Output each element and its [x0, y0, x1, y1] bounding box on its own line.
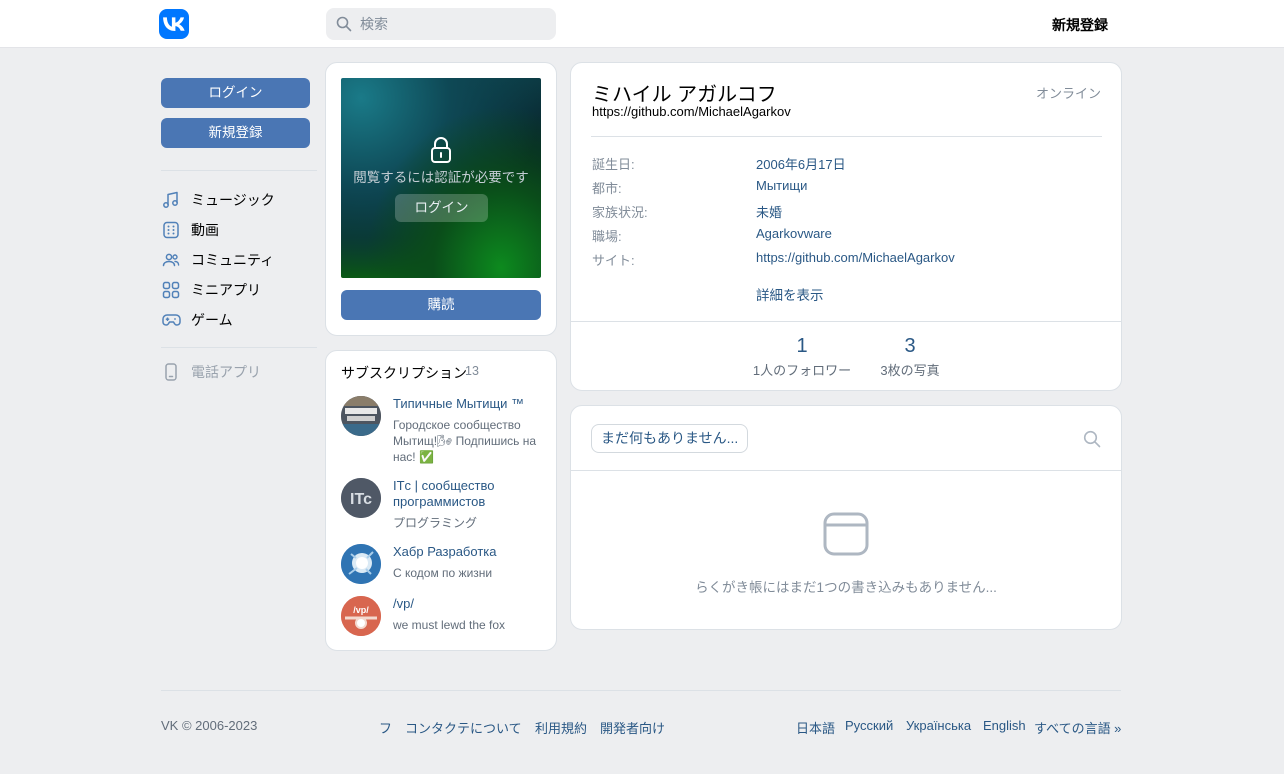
subscription-description: С кодом по жизни — [393, 566, 493, 580]
footer-language-japanese[interactable]: 日本語 — [796, 718, 835, 737]
subscription-item[interactable]: ITc ITс | сообщество программистов プログラミ… — [341, 478, 546, 534]
sidebar-item-games[interactable]: ゲーム — [161, 308, 233, 332]
sidebar-item-label: 電話アプリ — [191, 364, 261, 380]
profile-info-card: ミハイル アガルコフ https://github.com/MichaelAga… — [570, 62, 1122, 391]
profile-name: ミハイル アガルコフ — [592, 84, 777, 106]
search-icon[interactable] — [1083, 430, 1101, 448]
community-avatar: /vp/ — [341, 596, 381, 636]
counter-number: 3 — [904, 335, 916, 357]
footer-language-ukrainian[interactable]: Українська — [906, 718, 971, 733]
info-value-link[interactable]: 2006年6月17日 — [756, 154, 846, 173]
profile-status: https://github.com/MichaelAgarkov — [592, 104, 791, 119]
subscription-name[interactable]: /vp/ — [393, 596, 543, 612]
header-signup-link[interactable]: 新規登録 — [1052, 15, 1108, 35]
subscription-description: Городское сообщество Мытищ!🌬 Подпишись н… — [393, 418, 537, 464]
search-input[interactable] — [360, 16, 540, 32]
show-more-link[interactable]: 詳細を表示 — [756, 284, 824, 304]
community-avatar — [341, 396, 381, 436]
counter-label: 1人のフォロワー — [752, 363, 852, 378]
counter-number: 1 — [796, 335, 808, 357]
sidebar-divider — [161, 170, 317, 171]
followers-counter[interactable]: 1 1人のフォロワー — [752, 335, 852, 379]
sidebar-login-button[interactable]: ログイン — [161, 78, 310, 108]
subscription-name[interactable]: Хабр Разработка — [393, 544, 543, 560]
search-icon — [336, 16, 352, 32]
footer-copyright: VK © 2006-2023 — [161, 718, 258, 733]
community-avatar — [341, 544, 381, 584]
community-avatar: ITc — [341, 478, 381, 518]
footer-link-terms[interactable]: 利用規約 — [535, 718, 587, 737]
info-value-link[interactable]: https://github.com/MichaelAgarkov — [756, 250, 955, 265]
vk-logo-icon[interactable] — [159, 9, 189, 39]
subscription-item[interactable]: /vp/ /vp/ we must lewd the fox — [341, 596, 546, 638]
community-icon — [161, 250, 181, 270]
subscription-description: we must lewd the fox — [393, 618, 506, 632]
sidebar-item-label: 動画 — [191, 222, 219, 238]
subscription-item[interactable]: Типичные Мытищи ™ Городское сообщество М… — [341, 396, 546, 466]
divider — [571, 321, 1121, 322]
footer-language-russian[interactable]: Русский — [845, 718, 893, 733]
sidebar-signup-button[interactable]: 新規登録 — [161, 118, 310, 148]
online-status: オンライン — [1035, 86, 1101, 101]
subscription-name[interactable]: Типичные Мытищи ™ — [393, 396, 543, 412]
sidebar-item-community[interactable]: コミュニティ — [161, 248, 274, 272]
sidebar-item-mini-apps[interactable]: ミニアプリ — [161, 278, 261, 302]
sidebar-item-video[interactable]: 動画 — [161, 218, 219, 242]
sidebar-item-label: ミニアプリ — [191, 282, 261, 298]
footer-language-english[interactable]: English — [983, 718, 1026, 733]
phone-icon — [161, 362, 181, 382]
info-key: 誕生日: — [592, 157, 635, 172]
sidebar-item-music[interactable]: ミュージック — [161, 188, 275, 212]
lock-icon — [431, 137, 451, 163]
photos-counter[interactable]: 3 3枚の写真 — [870, 335, 950, 379]
gamepad-icon — [161, 310, 181, 330]
sidebar-item-label: ゲーム — [191, 312, 233, 328]
divider — [571, 470, 1121, 471]
subscription-item[interactable]: Хабр Разработка С кодом по жизни — [341, 544, 546, 586]
sidebar-item-phone-app[interactable]: 電話アプリ — [161, 360, 261, 384]
svg-text:/vp/: /vp/ — [353, 605, 369, 615]
subscribe-button[interactable]: 購読 — [341, 290, 541, 320]
empty-wall-text: らくがき帳にはまだ1つの書き込みもありません... — [695, 580, 997, 595]
subscriptions-card: サブスクリプション 13 Типичные Мытищи ™ Городское… — [325, 350, 557, 651]
empty-wall-icon — [823, 512, 869, 556]
sidebar-item-label: ミュージック — [191, 192, 275, 208]
footer-link[interactable]: フ — [379, 718, 392, 737]
search-box[interactable] — [326, 8, 556, 40]
sidebar-divider — [161, 347, 317, 348]
mini-apps-icon — [161, 280, 181, 300]
footer-all-languages[interactable]: すべての言語 » — [1034, 718, 1121, 737]
subscription-description: プログラミング — [393, 516, 478, 530]
video-icon — [161, 220, 181, 240]
profile-photo: 閲覧するには認証が必要です ログイン — [341, 78, 541, 278]
subscriptions-title[interactable]: サブスクリプション — [341, 363, 467, 383]
subscriptions-count: 13 — [465, 364, 479, 378]
profile-photo-card: 閲覧するには認証が必要です ログイン 購読 — [325, 62, 557, 336]
info-key: 職場: — [592, 229, 622, 244]
info-value-link[interactable]: Мытищи — [756, 178, 807, 193]
top-bar: 新規登録 — [0, 0, 1284, 48]
info-value-link[interactable]: Agarkovware — [756, 226, 832, 241]
footer-link-about[interactable]: コンタクテについて — [405, 718, 522, 737]
wall-card: まだ何もありません... らくがき帳にはまだ1つの書き込みもありません... — [570, 405, 1122, 630]
sidebar-item-label: コミュニティ — [191, 252, 275, 268]
info-value-link[interactable]: 未婚 — [756, 202, 782, 221]
info-key: サイト: — [592, 253, 635, 268]
info-key: 都市: — [592, 181, 622, 196]
wall-tab[interactable]: まだ何もありません... — [591, 424, 749, 453]
svg-text:ITc: ITc — [350, 491, 372, 508]
auth-required-text: 閲覧するには認証が必要です — [353, 170, 529, 185]
counter-label: 3枚の写真 — [880, 363, 940, 378]
subscription-name[interactable]: ITс | сообщество программистов — [393, 478, 543, 510]
info-key: 家族状況: — [592, 205, 648, 220]
music-icon — [161, 190, 181, 210]
photo-login-button[interactable]: ログイン — [395, 194, 488, 222]
footer-divider — [161, 690, 1121, 691]
footer-link-developers[interactable]: 開発者向け — [600, 718, 665, 737]
divider — [591, 136, 1102, 137]
